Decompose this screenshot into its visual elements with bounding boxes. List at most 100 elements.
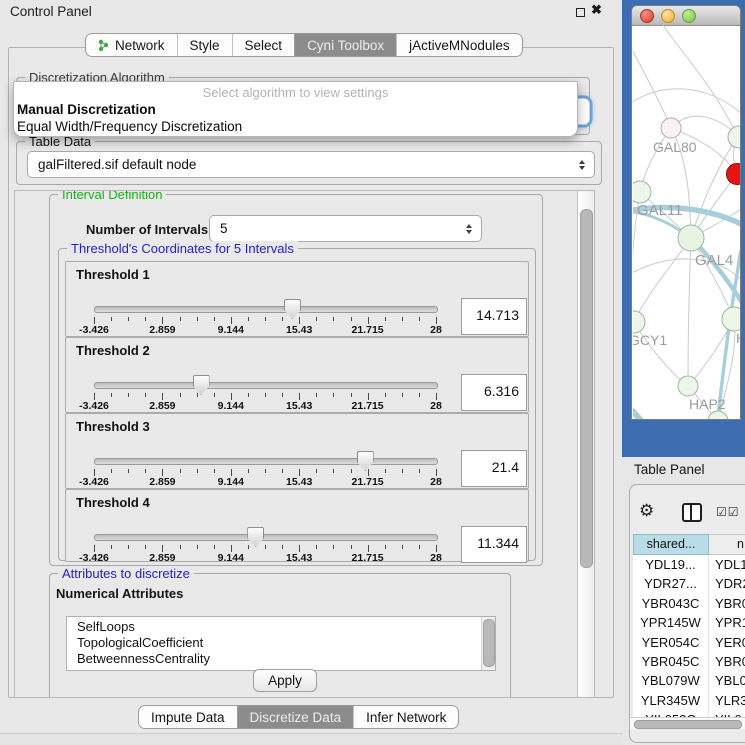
settings-scrollpane: Interval Definition Number of Intervals …	[14, 190, 595, 698]
network-canvas[interactable]: GAL80 G C GAL11 GAL4 GCY1 H HAP2	[633, 25, 741, 420]
tick-mark	[385, 545, 386, 549]
name-cell[interactable]: YLR3	[709, 691, 745, 710]
threshold-value-field[interactable]: 14.713	[461, 298, 527, 335]
table-hscrollbar-thumb[interactable]	[634, 720, 742, 729]
apply-button[interactable]: Apply	[253, 669, 317, 692]
table-row[interactable]: YLR345WYLR3	[633, 691, 745, 710]
tick-mark	[316, 469, 317, 473]
tick-mark	[248, 393, 249, 397]
node-gcy1[interactable]	[633, 311, 645, 333]
tick-mark	[180, 545, 181, 549]
float-window-icon[interactable]	[576, 8, 585, 17]
select-columns-icons[interactable]: ☑☑	[716, 505, 740, 519]
slider-track[interactable]	[94, 306, 438, 313]
slider-handle[interactable]	[247, 527, 264, 547]
column-header-shared-name[interactable]: shared...	[633, 534, 709, 555]
table-row[interactable]: YBL079WYBL0	[633, 671, 745, 690]
tab-style[interactable]: Style	[177, 34, 232, 56]
slider-track[interactable]	[94, 382, 438, 389]
threshold-value-field[interactable]: 21.4	[461, 450, 527, 487]
name-cell[interactable]: YIL0	[709, 710, 745, 717]
tick-mark	[385, 393, 386, 397]
table-row[interactable]: YER054CYER0	[633, 633, 745, 652]
name-cell[interactable]: YDR2	[709, 574, 745, 593]
name-cell[interactable]: YBR0	[709, 594, 745, 613]
num-intervals-label: Number of Intervals	[86, 222, 208, 237]
table-row[interactable]: YBR043CYBR0	[633, 594, 745, 613]
shared-name-cell[interactable]: YLR345W	[633, 691, 709, 710]
table-row[interactable]: YDR27...YDR2	[633, 574, 745, 593]
tab-discretize-data[interactable]: Discretize Data	[237, 706, 354, 728]
tab-cyni-toolbox[interactable]: Cyni Toolbox	[294, 34, 396, 56]
shared-name-cell[interactable]: YDR27...	[633, 574, 709, 593]
shared-name-cell[interactable]: YER054C	[633, 633, 709, 652]
zoom-traffic-light[interactable]	[682, 9, 696, 23]
dropdown-option-manual[interactable]: Manual Discretization	[14, 101, 577, 118]
node-gal11[interactable]	[633, 181, 651, 203]
tab-network[interactable]: Network	[86, 34, 177, 56]
column-header-name[interactable]: n	[709, 534, 745, 555]
shared-name-cell[interactable]: YBL079W	[633, 671, 709, 690]
tick-mark	[282, 317, 283, 321]
shared-name-cell[interactable]: YIL052C	[633, 710, 709, 717]
minimize-traffic-light[interactable]	[661, 9, 675, 23]
close-icon[interactable]: ✖	[591, 2, 602, 18]
tick-mark	[145, 469, 146, 473]
attribute-item[interactable]: TopologicalCoefficient	[67, 635, 495, 651]
tick-mark	[197, 469, 198, 473]
vscrollbar-thumb[interactable]	[580, 209, 593, 568]
slider-handle[interactable]	[284, 299, 301, 319]
tab-select[interactable]: Select	[232, 34, 295, 56]
node-gal80[interactable]	[661, 118, 681, 138]
tick-mark	[94, 317, 95, 324]
close-traffic-light[interactable]	[640, 9, 654, 23]
node-h[interactable]	[722, 307, 741, 331]
node-selected-red[interactable]	[727, 164, 742, 185]
name-cell[interactable]: YPR1	[709, 613, 745, 632]
column-layout-icon[interactable]	[682, 503, 702, 522]
network-window-titlebar[interactable]	[632, 6, 740, 26]
attribute-item[interactable]: BetweennessCentrality	[67, 651, 495, 667]
tab-infer-network[interactable]: Infer Network	[353, 706, 458, 728]
threshold-value-field[interactable]: 11.344	[461, 526, 527, 563]
table-hscrollbar[interactable]	[630, 717, 745, 729]
slider-handle[interactable]	[357, 451, 374, 471]
settings-vscrollbar[interactable]	[577, 191, 594, 697]
slider-handle[interactable]	[193, 375, 210, 395]
tick-mark	[231, 317, 232, 324]
attributes-scrollbar[interactable]	[481, 617, 495, 670]
table-row[interactable]: YPR145WYPR1	[633, 613, 745, 632]
tick-mark	[111, 317, 112, 321]
gear-icon[interactable]: ⚙	[639, 501, 654, 521]
label-gal11: GAL11	[637, 202, 683, 219]
slider-track[interactable]	[94, 458, 438, 465]
tick-mark	[368, 317, 369, 324]
node-hap2[interactable]	[678, 376, 698, 396]
tab-jactivemnodules[interactable]: jActiveMNodules	[396, 34, 522, 56]
shared-name-cell[interactable]: YDL19...	[633, 555, 709, 574]
tick-mark	[419, 545, 420, 549]
tick-label: -3.426	[79, 552, 109, 564]
table-row[interactable]: YIL052CYIL0	[633, 710, 745, 717]
shared-name-cell[interactable]: YBR045C	[633, 652, 709, 671]
table-row[interactable]: YDL19...YDL1	[633, 555, 745, 574]
dropdown-option-equal-width[interactable]: Equal Width/Frequency Discretization	[14, 118, 577, 135]
node-gal4[interactable]	[678, 225, 704, 251]
tick-mark	[180, 393, 181, 397]
tick-label: 21.715	[352, 476, 384, 488]
table-data-combobox[interactable]: galFiltered.sif default node	[27, 151, 595, 178]
num-intervals-combobox[interactable]: 5	[209, 215, 482, 242]
attributes-scrollbar-thumb[interactable]	[483, 619, 495, 667]
name-cell[interactable]: YBR0	[709, 652, 745, 671]
table-row[interactable]: YBR045CYBR0	[633, 652, 745, 671]
slider-track[interactable]	[94, 534, 438, 541]
shared-name-cell[interactable]: YPR145W	[633, 613, 709, 632]
name-cell[interactable]: YDL1	[709, 555, 745, 574]
tab-impute-data[interactable]: Impute Data	[139, 706, 237, 728]
tick-mark	[333, 545, 334, 549]
threshold-value-field[interactable]: 6.316	[461, 374, 527, 411]
attribute-item[interactable]: SelfLoops	[67, 619, 495, 635]
shared-name-cell[interactable]: YBR043C	[633, 594, 709, 613]
name-cell[interactable]: YER0	[709, 633, 745, 652]
name-cell[interactable]: YBL0	[709, 671, 745, 690]
